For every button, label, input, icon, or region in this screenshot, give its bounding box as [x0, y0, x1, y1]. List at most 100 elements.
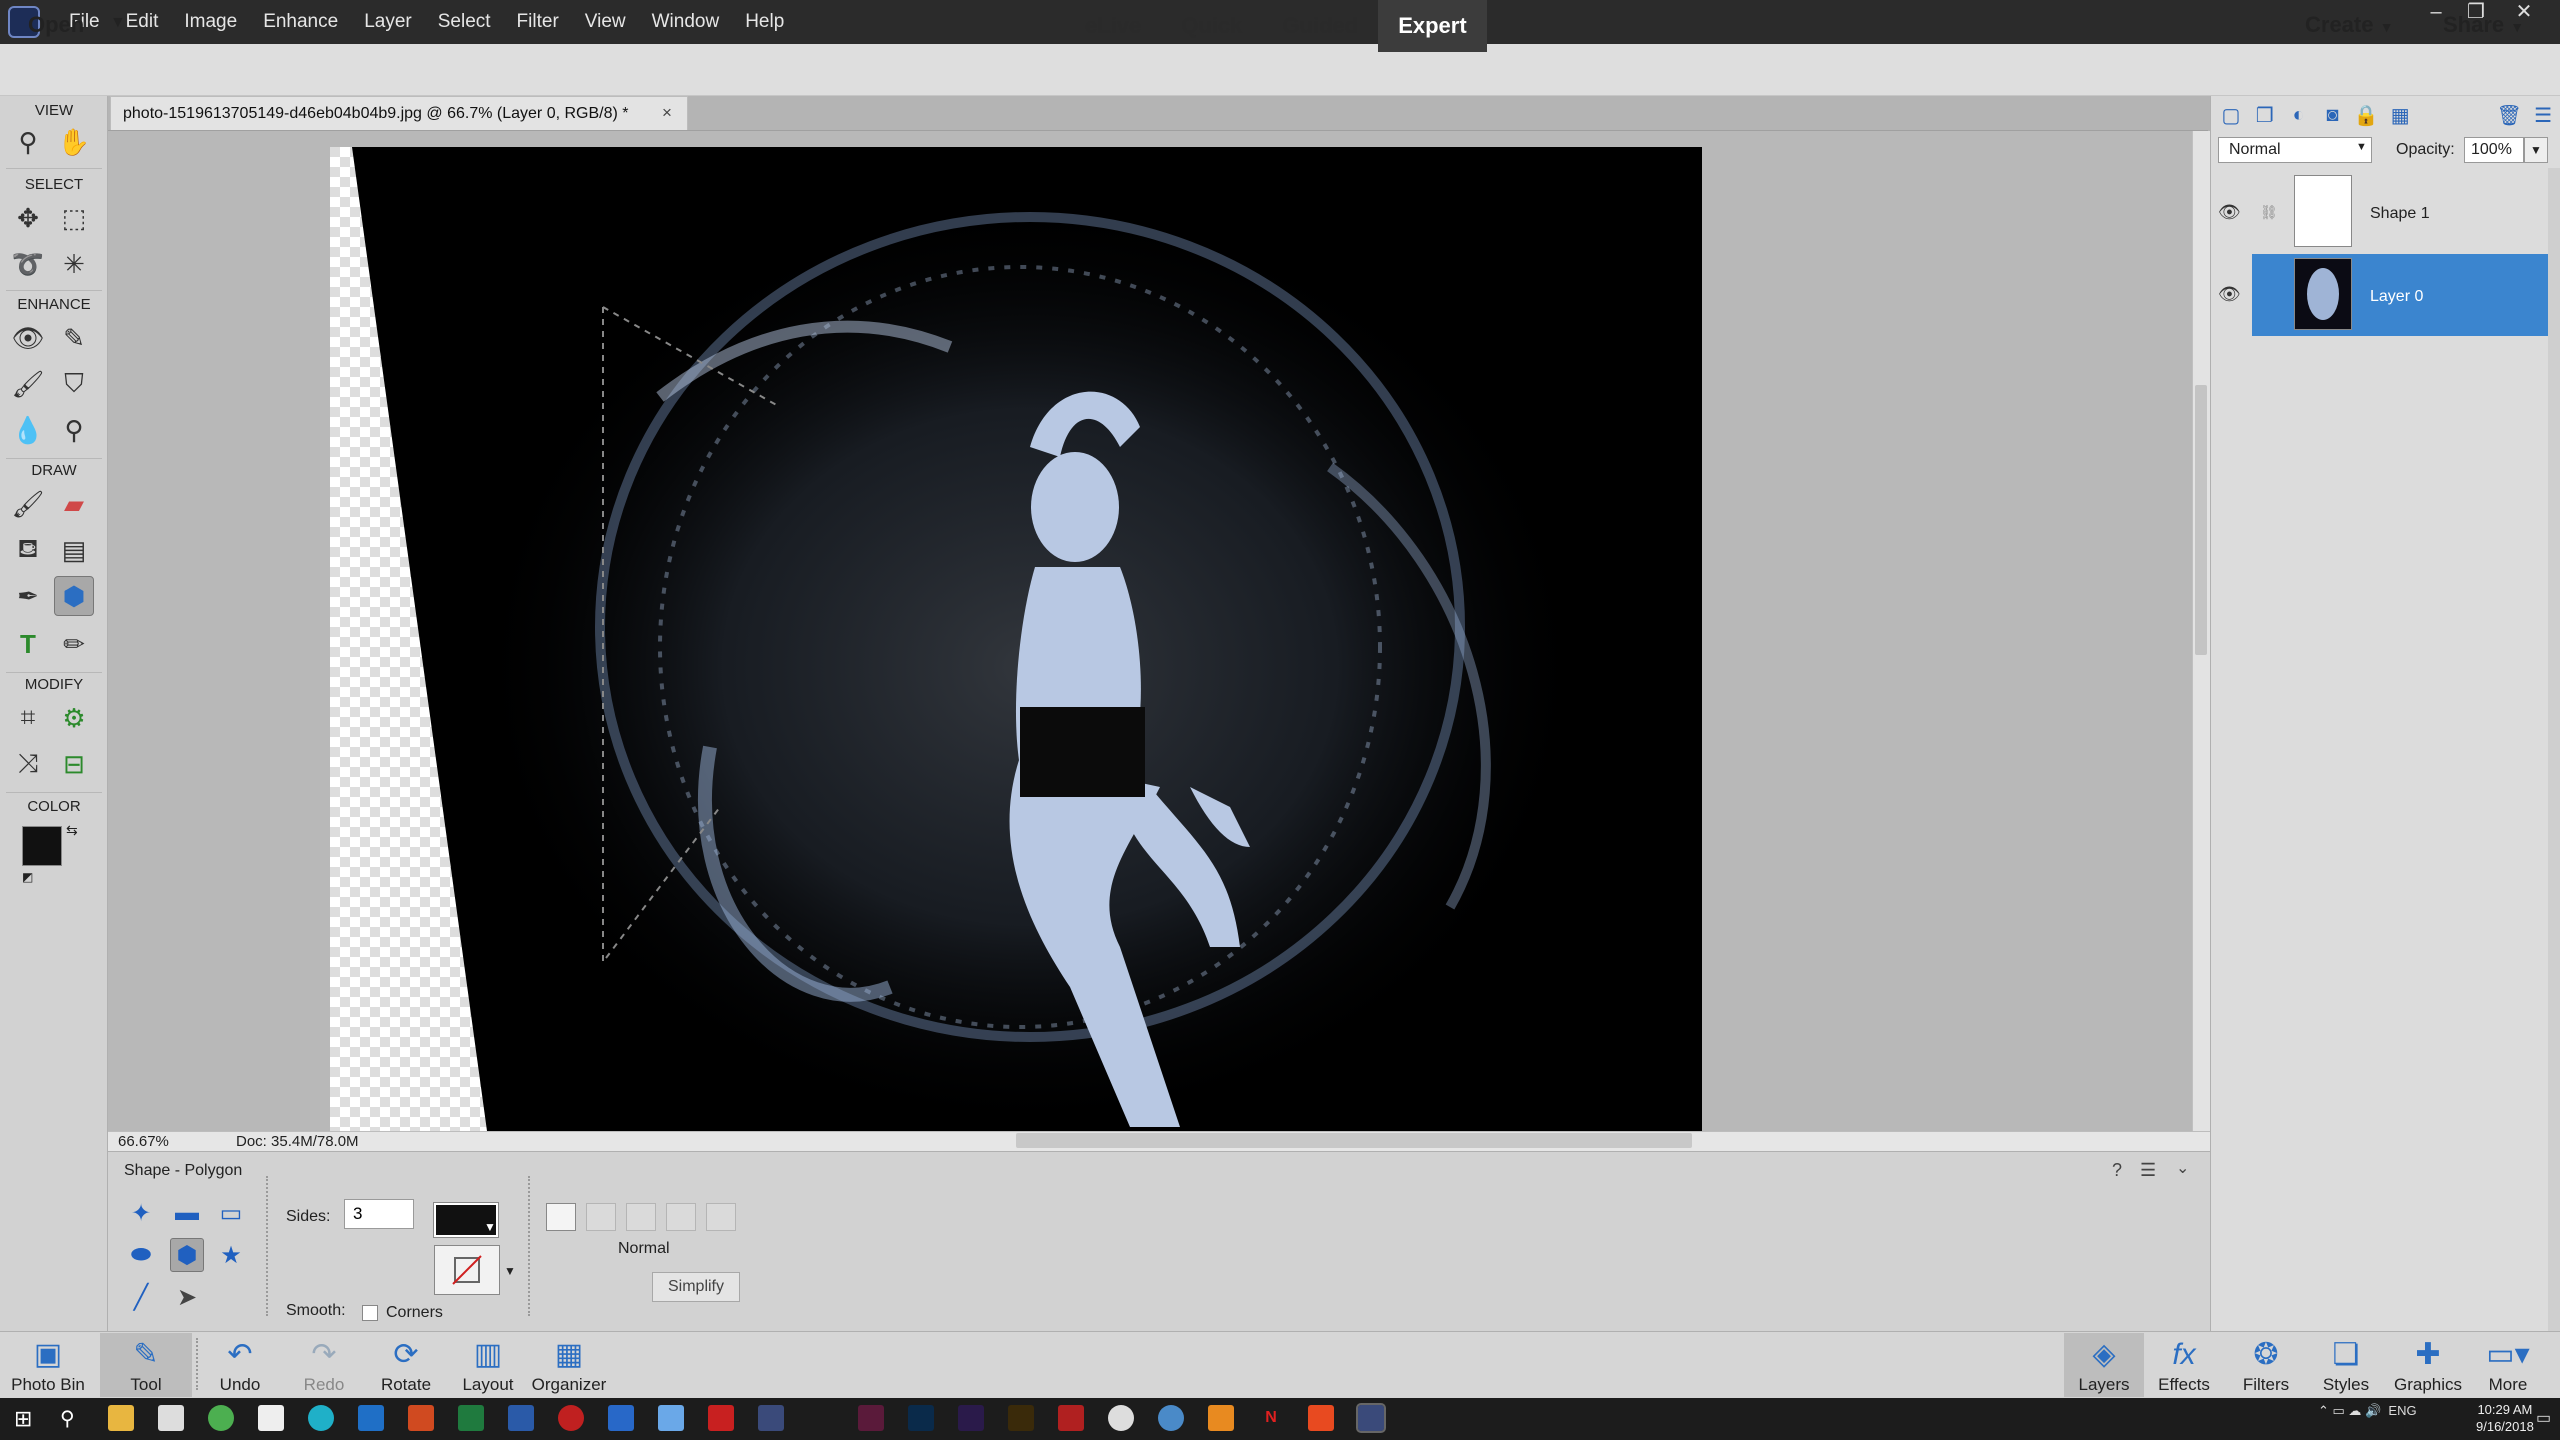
chrome-icon[interactable] [208, 1405, 234, 1431]
pencil-tool-icon[interactable]: ✏ [54, 624, 94, 664]
photoshop-elements-taskbar-icon[interactable] [1356, 1403, 1386, 1433]
crop-tool-icon[interactable]: ⌗ [8, 698, 48, 738]
notifications-icon[interactable]: ▭ [2536, 1408, 2551, 1428]
store-icon[interactable] [158, 1405, 184, 1431]
brush-tool-icon[interactable]: 🖌 [8, 484, 48, 524]
zoom-tool-icon[interactable]: ⚲ [8, 122, 48, 162]
intersect-mode-button[interactable] [666, 1203, 696, 1231]
blur-tool-icon[interactable]: 💧 [8, 410, 48, 450]
opacity-input[interactable]: 100% [2464, 137, 2524, 163]
mail-icon[interactable] [258, 1405, 284, 1431]
app-red-icon[interactable] [558, 1405, 584, 1431]
line-shape-icon[interactable]: ╱ [124, 1280, 158, 1314]
eraser-tool-icon[interactable]: ▰ [54, 484, 94, 524]
clone-stamp-tool-icon[interactable]: ⛉ [54, 364, 94, 404]
premiere-icon[interactable] [958, 1405, 984, 1431]
color-dropdown-icon[interactable]: ▼ [484, 1220, 496, 1234]
tab-expert[interactable]: Expert [1378, 0, 1487, 52]
type-tool-icon[interactable]: T [8, 624, 48, 664]
taskbar-clock[interactable]: 10:29 AM 9/16/2018 [2476, 1401, 2534, 1435]
document-tab[interactable]: photo-1519613705149-d46eb04b04b9.jpg @ 6… [110, 96, 688, 130]
marquee-tool-icon[interactable]: ⬚ [54, 198, 94, 238]
rectangle-shape-icon[interactable]: ▬ [170, 1196, 204, 1230]
red-eye-tool-icon[interactable]: 👁 [8, 318, 48, 358]
new-group-icon[interactable]: ❐ [2248, 103, 2282, 128]
straighten-tool-icon[interactable]: ⊟ [54, 744, 94, 784]
swap-colors-icon[interactable]: ⇆ [66, 822, 78, 839]
excel-icon[interactable] [458, 1405, 484, 1431]
hand-tool-icon[interactable]: ✋ [54, 122, 94, 162]
create-button[interactable]: Create ▼ [2305, 12, 2393, 38]
magic-wand-tool-icon[interactable]: ✳ [54, 244, 94, 284]
system-tray[interactable]: ⌃ ▭ ☁ 🔊 ENG [2318, 1403, 2417, 1419]
blend-mode-dropdown-icon[interactable]: ▼ [2356, 141, 2367, 153]
recompose-tool-icon[interactable]: ⚙ [54, 698, 94, 738]
app-blue-icon[interactable] [758, 1405, 784, 1431]
opacity-dropdown-icon[interactable]: ▼ [2524, 137, 2548, 163]
layers-scrollbar[interactable] [2548, 168, 2560, 1331]
lasso-tool-icon[interactable]: ➰ [8, 244, 48, 284]
visibility-eye-icon[interactable]: 👁 [2218, 284, 2241, 305]
menu-help[interactable]: Help [732, 0, 797, 44]
redo-button[interactable]: ↷ Redo [284, 1333, 364, 1397]
menu-layer[interactable]: Layer [351, 0, 425, 44]
filters-button[interactable]: ❂ Filters [2226, 1333, 2306, 1397]
app-orange-icon[interactable] [1308, 1405, 1334, 1431]
blend-mode-select[interactable]: Normal [2218, 137, 2372, 163]
document-image[interactable] [330, 147, 1702, 1131]
close-document-icon[interactable]: × [662, 96, 672, 130]
sides-input[interactable] [344, 1199, 414, 1229]
zoom-level[interactable]: 66.67% [118, 1133, 169, 1150]
open-button[interactable]: Open [28, 12, 84, 38]
acrobat-icon[interactable] [1058, 1405, 1084, 1431]
shape-selection-icon[interactable]: ➤ [170, 1280, 204, 1314]
layers-button[interactable]: ◈ Layers [2064, 1333, 2144, 1397]
search-icon[interactable]: ⚲ [60, 1406, 75, 1431]
default-colors-icon[interactable]: ◩ [22, 870, 33, 884]
tool-options-button[interactable]: ✎Tool Options [100, 1333, 192, 1414]
file-explorer-icon[interactable] [108, 1405, 134, 1431]
organizer-button[interactable]: ▦ Organizer [528, 1333, 610, 1397]
photo-bin-button[interactable]: ▣ Photo Bin [8, 1333, 88, 1397]
styles-button[interactable]: ❏ Styles [2306, 1333, 2386, 1397]
photoshop-icon[interactable] [908, 1405, 934, 1431]
filezilla-icon[interactable] [708, 1405, 734, 1431]
content-aware-move-tool-icon[interactable]: ⤨ [8, 744, 48, 784]
vlc-icon[interactable] [1208, 1405, 1234, 1431]
dropbox-icon[interactable] [608, 1405, 634, 1431]
lock-transparency-icon[interactable]: ▦ [2383, 103, 2417, 128]
tab-elive[interactable]: eLive [1065, 0, 1161, 52]
ellipse-shape-icon[interactable]: ⬬ [124, 1238, 158, 1272]
lock-all-icon[interactable]: 🔒 [2349, 103, 2383, 128]
new-layer-icon[interactable]: ▢ [2214, 103, 2248, 128]
more-button[interactable]: ▭▾ More [2468, 1333, 2548, 1397]
menu-view[interactable]: View [572, 0, 639, 44]
paint-bucket-tool-icon[interactable]: ⛾ [8, 530, 48, 570]
illustrator-icon[interactable] [1008, 1405, 1034, 1431]
layout-button[interactable]: ▥ Layout [448, 1333, 528, 1397]
indesign-icon[interactable] [858, 1405, 884, 1431]
corners-checkbox[interactable] [362, 1305, 378, 1321]
menu-window[interactable]: Window [639, 0, 733, 44]
rounded-rectangle-shape-icon[interactable]: ▭ [214, 1196, 248, 1230]
tab-guided[interactable]: Guided [1262, 0, 1378, 52]
tab-quick[interactable]: Quick [1161, 0, 1262, 52]
spot-healing-tool-icon[interactable]: ✎ [54, 318, 94, 358]
star-shape-icon[interactable]: ★ [214, 1238, 248, 1272]
vertical-scroll-thumb[interactable] [2195, 385, 2207, 655]
menu-image[interactable]: Image [171, 0, 250, 44]
new-layer-mode-button[interactable] [546, 1203, 576, 1231]
gradient-tool-icon[interactable]: ▤ [54, 530, 94, 570]
menu-select[interactable]: Select [425, 0, 504, 44]
color-picker-tool-icon[interactable]: ✒ [8, 576, 48, 616]
netflix-icon[interactable]: N [1258, 1405, 1284, 1431]
move-tool-icon[interactable]: ✥ [8, 198, 48, 238]
stroke-dropdown-icon[interactable]: ▼ [504, 1264, 516, 1278]
foreground-color-swatch[interactable] [22, 826, 62, 866]
panel-menu-icon[interactable]: ☰ [2140, 1160, 2156, 1181]
polygon-shape-icon[interactable]: ⬢ [170, 1238, 204, 1272]
collapse-chevron-icon[interactable]: ⌄ [2176, 1158, 2189, 1178]
stroke-style-swatch[interactable] [434, 1245, 500, 1295]
menu-enhance[interactable]: Enhance [250, 0, 351, 44]
help-icon[interactable]: ? [2112, 1160, 2122, 1181]
